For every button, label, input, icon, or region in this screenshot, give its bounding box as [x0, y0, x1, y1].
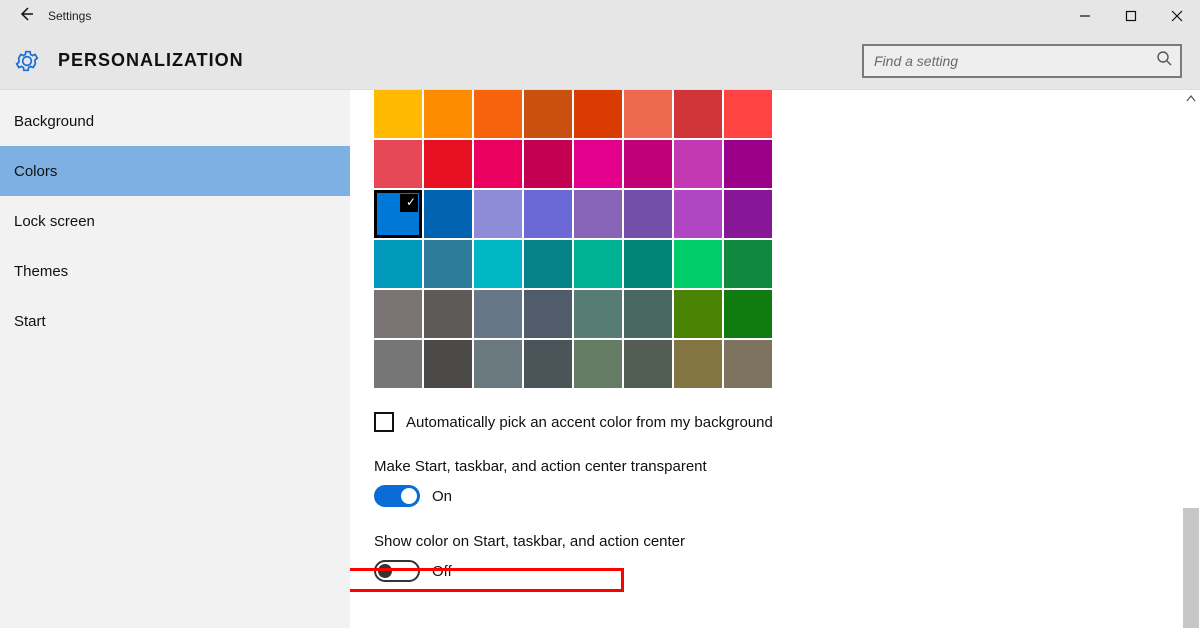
color-swatch[interactable]: ✓ [374, 190, 422, 238]
color-swatch[interactable] [524, 140, 572, 188]
settings-window: Settings PERSONALIZATION Background Colo… [0, 0, 1200, 628]
transparent-toggle[interactable] [374, 485, 420, 507]
color-swatch[interactable] [474, 240, 522, 288]
color-swatch[interactable] [624, 240, 672, 288]
gear-icon [14, 48, 40, 74]
color-swatch[interactable] [574, 240, 622, 288]
sidebar-item-themes[interactable]: Themes [0, 246, 350, 296]
color-swatch[interactable] [424, 140, 472, 188]
color-swatch[interactable] [524, 340, 572, 388]
color-swatch[interactable] [724, 90, 772, 138]
color-swatch[interactable] [474, 290, 522, 338]
search-input[interactable] [874, 53, 1156, 69]
color-swatch[interactable] [574, 90, 622, 138]
color-swatch[interactable] [424, 240, 472, 288]
color-swatch[interactable] [374, 240, 422, 288]
auto-pick-row[interactable]: Automatically pick an accent color from … [374, 412, 1182, 432]
color-swatch[interactable] [574, 190, 622, 238]
show-color-label: Show color on Start, taskbar, and action… [374, 533, 1182, 550]
transparent-setting: Make Start, taskbar, and action center t… [374, 458, 1182, 507]
scroll-up-icon[interactable] [1182, 90, 1200, 108]
sidebar-item-label: Start [14, 313, 46, 330]
section-title: PERSONALIZATION [58, 50, 244, 71]
auto-pick-checkbox[interactable] [374, 412, 394, 432]
show-color-setting: Show color on Start, taskbar, and action… [374, 533, 1182, 582]
color-swatch[interactable] [724, 190, 772, 238]
color-swatch[interactable] [474, 140, 522, 188]
color-swatch[interactable] [674, 90, 722, 138]
color-swatch-grid: ✓ [374, 90, 1182, 388]
color-swatch[interactable] [674, 340, 722, 388]
color-swatch[interactable] [474, 190, 522, 238]
color-swatch[interactable] [624, 90, 672, 138]
back-button[interactable] [18, 6, 34, 27]
sidebar: Background Colors Lock screen Themes Sta… [0, 90, 350, 628]
color-swatch[interactable] [574, 290, 622, 338]
transparent-state: On [432, 488, 452, 505]
minimize-button[interactable] [1062, 0, 1108, 32]
sidebar-item-label: Colors [14, 163, 57, 180]
close-button[interactable] [1154, 0, 1200, 32]
color-swatch[interactable] [424, 90, 472, 138]
color-swatch[interactable] [724, 140, 772, 188]
color-swatch[interactable] [374, 290, 422, 338]
color-swatch[interactable] [524, 190, 572, 238]
content-wrap: ✓ Automatically pick an accent color fro… [350, 90, 1200, 628]
color-swatch[interactable] [374, 140, 422, 188]
color-swatch[interactable] [474, 90, 522, 138]
transparent-label: Make Start, taskbar, and action center t… [374, 458, 1182, 475]
color-swatch[interactable] [524, 240, 572, 288]
sidebar-item-lock-screen[interactable]: Lock screen [0, 196, 350, 246]
color-swatch[interactable] [424, 340, 472, 388]
body: Background Colors Lock screen Themes Sta… [0, 90, 1200, 628]
search-field[interactable] [862, 44, 1182, 78]
sidebar-item-label: Background [14, 113, 94, 130]
color-swatch[interactable] [374, 90, 422, 138]
check-icon: ✓ [406, 195, 416, 209]
color-swatch[interactable] [674, 190, 722, 238]
scroll-thumb[interactable] [1183, 508, 1199, 628]
color-swatch[interactable] [624, 190, 672, 238]
color-swatch[interactable] [674, 140, 722, 188]
color-swatch[interactable] [424, 290, 472, 338]
color-swatch[interactable] [624, 340, 672, 388]
titlebar: Settings [0, 0, 1200, 32]
color-swatch[interactable] [674, 290, 722, 338]
window-title: Settings [48, 9, 91, 23]
sidebar-item-label: Themes [14, 263, 68, 280]
color-swatch[interactable] [624, 290, 672, 338]
sidebar-item-colors[interactable]: Colors [0, 146, 350, 196]
color-swatch[interactable] [724, 340, 772, 388]
color-swatch[interactable] [624, 140, 672, 188]
color-swatch[interactable] [574, 140, 622, 188]
color-swatch[interactable] [674, 240, 722, 288]
search-icon [1156, 50, 1172, 71]
color-swatch[interactable] [374, 340, 422, 388]
annotation-highlight [350, 568, 624, 592]
color-swatch[interactable] [424, 190, 472, 238]
sidebar-item-label: Lock screen [14, 213, 95, 230]
content: ✓ Automatically pick an accent color fro… [350, 90, 1182, 628]
color-swatch[interactable] [524, 90, 572, 138]
scrollbar[interactable] [1182, 90, 1200, 628]
color-swatch[interactable] [574, 340, 622, 388]
color-swatch[interactable] [724, 290, 772, 338]
color-swatch[interactable] [474, 340, 522, 388]
maximize-button[interactable] [1108, 0, 1154, 32]
color-swatch[interactable] [524, 290, 572, 338]
color-swatch[interactable] [724, 240, 772, 288]
sidebar-item-background[interactable]: Background [0, 96, 350, 146]
header: PERSONALIZATION [0, 32, 1200, 90]
sidebar-item-start[interactable]: Start [0, 296, 350, 346]
auto-pick-label: Automatically pick an accent color from … [406, 414, 773, 431]
